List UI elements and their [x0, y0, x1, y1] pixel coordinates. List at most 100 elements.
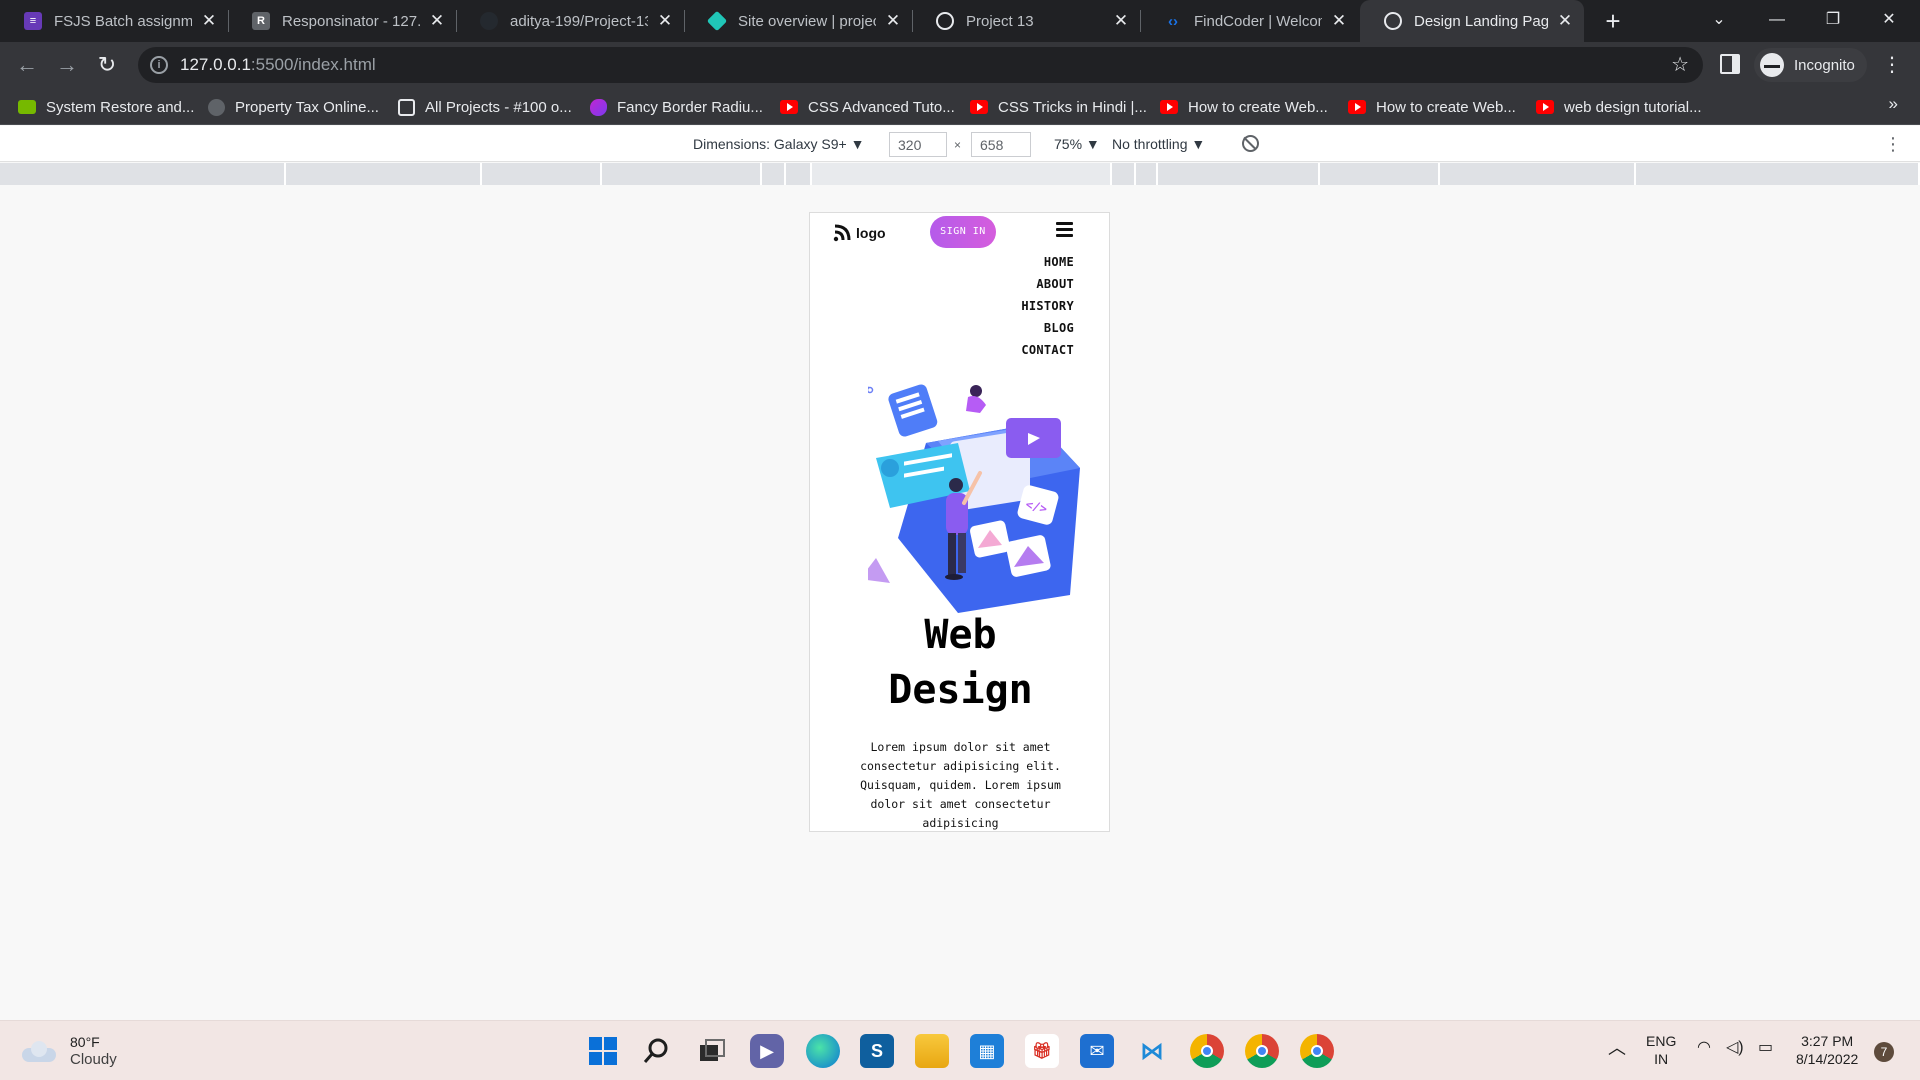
bookmark-label: CSS Tricks in Hindi |... [998, 98, 1147, 116]
youtube-icon [1536, 100, 1554, 114]
zoom-select[interactable]: 75% ▼ [1054, 136, 1100, 152]
task-view-icon[interactable] [695, 1034, 729, 1068]
tab-findcoder[interactable]: ‹› FindCoder | Welcome ✕ [1140, 0, 1358, 42]
ruler-segment[interactable] [1112, 163, 1136, 185]
bookmark-item[interactable]: Fancy Border Radiu... [590, 95, 763, 119]
ruler-segment[interactable] [1158, 163, 1320, 185]
tab-project-13[interactable]: Project 13 ✕ [912, 0, 1140, 42]
close-icon[interactable]: ✕ [884, 11, 902, 31]
ruler-segment[interactable] [786, 163, 812, 185]
close-icon[interactable]: ✕ [428, 11, 446, 31]
wifi-icon[interactable]: ◠ [1697, 1039, 1711, 1057]
show-hidden-icons-chevron[interactable]: ︿ [1608, 1039, 1626, 1057]
hamburger-menu-icon[interactable] [1056, 222, 1073, 237]
windows-start-icon[interactable] [586, 1034, 620, 1068]
hero-title-line: Web [924, 612, 997, 658]
media-query-ruler[interactable] [0, 163, 1920, 185]
ruler-segment[interactable] [286, 163, 482, 185]
ruler-segment[interactable] [482, 163, 602, 185]
codepen-icon [398, 98, 415, 116]
close-icon[interactable]: ✕ [1556, 11, 1574, 31]
weather-widget[interactable]: 80°F Cloudy [22, 1033, 117, 1069]
tab-search-icon[interactable]: ⌄ [1692, 0, 1746, 42]
browser-menu-icon[interactable]: ⋮ [1882, 52, 1902, 77]
gift-icon[interactable]: 🎁︎ [1025, 1034, 1059, 1068]
site-info-icon[interactable]: i [150, 56, 168, 74]
notification-badge[interactable]: 7 [1874, 1042, 1894, 1062]
tab-fsjs[interactable]: ≡ FSJS Batch assignmen ✕ [0, 0, 228, 42]
vscode-icon[interactable]: ⋈ [1135, 1034, 1169, 1068]
bookmark-item[interactable]: How to create Web... [1348, 95, 1516, 119]
sign-in-button[interactable]: SIGN IN [930, 216, 996, 248]
ruler-segment[interactable] [1136, 163, 1158, 185]
ruler-segment[interactable] [762, 163, 786, 185]
chrome-icon[interactable] [1190, 1034, 1224, 1068]
close-icon[interactable]: ✕ [656, 11, 674, 31]
new-tab-button[interactable]: + [1598, 6, 1628, 36]
forward-icon[interactable]: → [52, 50, 82, 80]
chrome-profile-icon[interactable] [1300, 1034, 1334, 1068]
tab-netlify[interactable]: Site overview | project ✕ [684, 0, 912, 42]
bookmark-star-icon[interactable]: ☆ [1671, 52, 1689, 77]
nav-item-home[interactable]: HOME [1021, 251, 1074, 273]
bookmark-item[interactable]: How to create Web... [1160, 95, 1328, 119]
microsoft-store-icon[interactable]: ▦ [970, 1034, 1004, 1068]
globe-icon [208, 98, 225, 116]
close-icon[interactable]: ✕ [1112, 11, 1130, 31]
tab-github[interactable]: aditya-199/Project-13 ✕ [456, 0, 684, 42]
more-bookmarks-icon[interactable]: » [1889, 94, 1898, 114]
cloud-icon [22, 1040, 56, 1062]
rss-icon [833, 224, 851, 242]
device-height-input[interactable] [971, 132, 1031, 157]
ruler-segment[interactable] [812, 163, 1112, 185]
address-bar[interactable]: i 127.0.0.1:5500/index.html ☆ [138, 47, 1703, 83]
nav-item-blog[interactable]: BLOG [1021, 317, 1074, 339]
hero-title-line: Design [888, 667, 1033, 713]
clock-time: 3:27 PM [1801, 1033, 1854, 1049]
incognito-profile-button[interactable]: Incognito [1754, 48, 1867, 82]
bookmark-item[interactable]: CSS Advanced Tuto... [780, 95, 955, 119]
reload-icon[interactable]: ↻ [92, 50, 122, 80]
tab-design-landing-page[interactable]: Design Landing Page ✕ [1360, 0, 1584, 42]
language-indicator[interactable]: ENG IN [1646, 1032, 1676, 1068]
nav-item-history[interactable]: HISTORY [1021, 295, 1074, 317]
clock[interactable]: 3:27 PM 8/14/2022 [1796, 1032, 1858, 1068]
url-text[interactable]: 127.0.0.1:5500/index.html [180, 55, 376, 75]
edge-icon[interactable] [806, 1034, 840, 1068]
bookmark-item[interactable]: web design tutorial... [1536, 95, 1702, 119]
close-window-button[interactable]: ✕ [1862, 0, 1916, 42]
back-icon[interactable]: ← [12, 50, 42, 80]
bookmark-item[interactable]: CSS Tricks in Hindi |... [970, 95, 1147, 119]
ruler-segment[interactable] [602, 163, 762, 185]
volume-icon[interactable]: ◁) [1726, 1039, 1744, 1057]
file-explorer-icon[interactable] [915, 1034, 949, 1068]
restore-button[interactable]: ❐ [1806, 0, 1860, 42]
sourcetree-icon[interactable]: S [860, 1034, 894, 1068]
minimize-button[interactable]: — [1750, 0, 1804, 42]
ruler-segment[interactable] [1320, 163, 1440, 185]
device-dimensions-select[interactable]: Dimensions: Galaxy S9+ ▼ [693, 136, 864, 152]
nav-item-contact[interactable]: CONTACT [1021, 339, 1074, 361]
side-panel-icon[interactable] [1720, 54, 1740, 74]
ruler-segment[interactable] [1440, 163, 1636, 185]
close-icon[interactable]: ✕ [1330, 11, 1348, 31]
rotate-icon[interactable] [1242, 135, 1259, 152]
tab-responsinator[interactable]: R Responsinator - 127.0 ✕ [228, 0, 456, 42]
web-design-illustration: </> [868, 384, 1080, 613]
battery-icon[interactable]: ▭ [1758, 1039, 1773, 1057]
ruler-segment[interactable] [0, 163, 286, 185]
chrome-incognito-icon[interactable] [1245, 1034, 1279, 1068]
device-toolbar-menu-icon[interactable]: ⋮ [1884, 134, 1902, 155]
throttling-select[interactable]: No throttling ▼ [1112, 136, 1205, 152]
ruler-segment[interactable] [1636, 163, 1920, 185]
close-icon[interactable]: ✕ [200, 11, 218, 31]
site-logo[interactable]: logo [832, 223, 886, 243]
bookmark-item[interactable]: System Restore and... [18, 95, 194, 119]
search-icon[interactable] [640, 1034, 674, 1068]
mail-icon[interactable]: ✉ [1080, 1034, 1114, 1068]
teams-chat-icon[interactable]: ▶ [750, 1034, 784, 1068]
device-width-input[interactable] [889, 132, 947, 157]
nav-item-about[interactable]: ABOUT [1021, 273, 1074, 295]
bookmark-item[interactable]: Property Tax Online... [208, 95, 379, 119]
bookmark-item[interactable]: All Projects - #100 o... [398, 95, 572, 119]
